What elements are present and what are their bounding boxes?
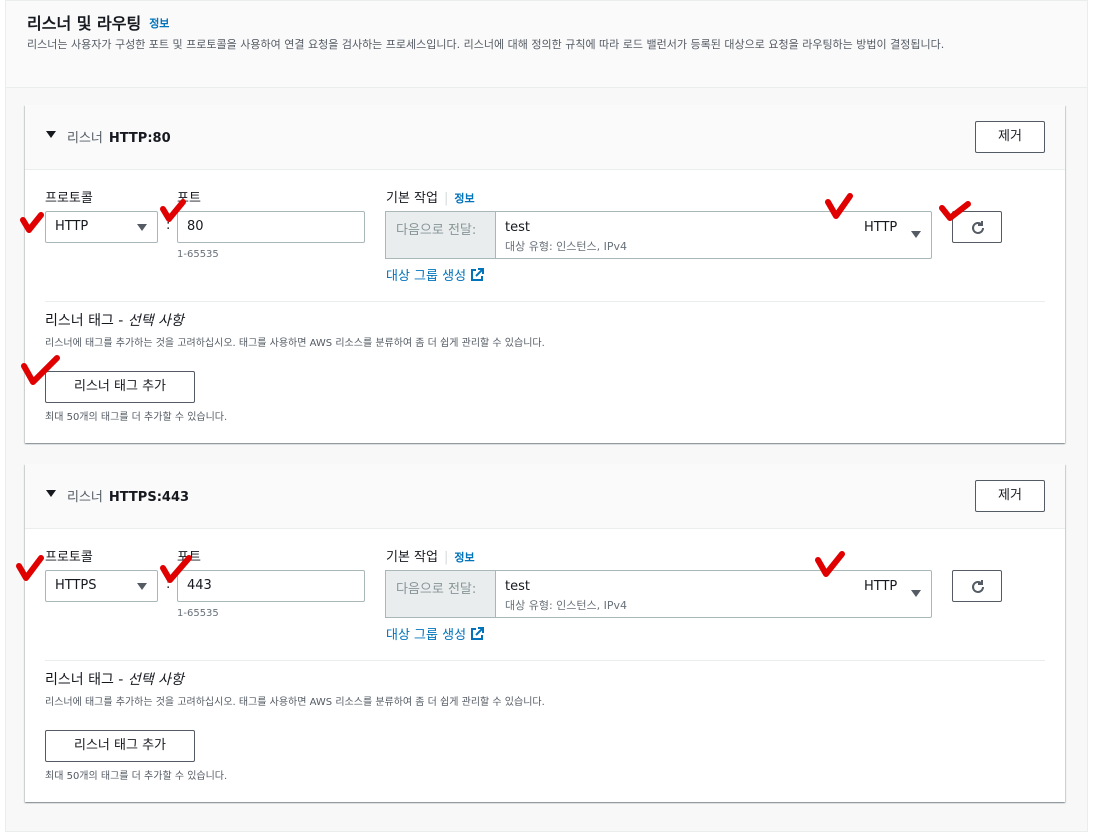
target-group-type: 대상 유형: 인스턴스, IPv4 <box>505 240 628 253</box>
section-header: 리스너 및 라우팅 정보 리스너는 사용자가 구성한 포트 및 프로토콜을 사용하… <box>6 1 1087 88</box>
listener-title: 리스너 HTTPS:443 <box>67 490 190 505</box>
refresh-button[interactable] <box>952 570 1002 602</box>
protocol-value: HTTP <box>55 219 89 234</box>
section-description: 리스너는 사용자가 구성한 포트 및 프로토콜을 사용하여 연결 요청을 검사하… <box>27 38 945 51</box>
target-group-select[interactable]: test 대상 유형: 인스턴스, IPv4 HTTP <box>495 570 932 618</box>
caret-down-icon[interactable] <box>46 131 56 138</box>
create-target-group-link[interactable]: 대상 그룹 생성 <box>386 265 485 284</box>
remove-listener-button[interactable]: 제거 <box>975 480 1045 512</box>
external-link-icon <box>471 627 485 640</box>
refresh-icon <box>972 221 984 234</box>
target-group-protocol: HTTP <box>864 220 898 235</box>
section-title: 리스너 및 라우팅 정보 <box>27 14 170 33</box>
remove-listener-button[interactable]: 제거 <box>975 121 1045 153</box>
colon-separator: : <box>166 218 171 233</box>
add-listener-tag-button[interactable]: 리스너 태그 추가 <box>45 730 195 762</box>
forward-to-label: 다음으로 전달: <box>385 570 496 618</box>
dropdown-arrow-icon <box>911 590 921 597</box>
target-group-name: test <box>505 220 530 235</box>
protocol-label: 프로토콜 <box>45 550 93 565</box>
protocol-select[interactable]: HTTP <box>45 211 158 243</box>
default-action-label: 기본 작업 | 정보 <box>386 550 475 565</box>
target-group-type: 대상 유형: 인스턴스, IPv4 <box>505 599 628 612</box>
port-input[interactable]: 80 <box>177 211 365 243</box>
port-label: 포트 <box>177 550 201 565</box>
dropdown-arrow-icon <box>137 583 147 590</box>
port-value: 80 <box>187 219 204 234</box>
listener-card-http: 리스너 HTTP:80 제거 프로토콜 HTTP : 포트 80 1-65535 … <box>25 105 1065 443</box>
port-hint: 1-65535 <box>177 249 219 260</box>
port-label: 포트 <box>177 191 201 206</box>
protocol-label: 프로토콜 <box>45 191 93 206</box>
target-group-name: test <box>505 579 530 594</box>
colon-separator: : <box>166 577 171 592</box>
listener-header[interactable]: 리스너 HTTP:80 제거 <box>25 105 1065 170</box>
dropdown-arrow-icon <box>911 231 921 238</box>
port-input[interactable]: 443 <box>177 570 365 602</box>
refresh-icon <box>972 580 984 593</box>
dropdown-arrow-icon <box>137 224 147 231</box>
default-action-label: 기본 작업 | 정보 <box>386 191 475 206</box>
listener-title: 리스너 HTTP:80 <box>67 131 171 146</box>
target-group-select[interactable]: test 대상 유형: 인스턴스, IPv4 HTTP <box>495 211 932 259</box>
listener-tags-description: 리스너에 태그를 추가하는 것을 고려하십시오. 태그를 사용하면 AWS 리소… <box>45 338 545 349</box>
caret-down-icon[interactable] <box>46 490 56 497</box>
protocol-value: HTTPS <box>55 578 97 593</box>
info-link[interactable]: 정보 <box>149 17 169 30</box>
add-listener-tag-button[interactable]: 리스너 태그 추가 <box>45 371 195 403</box>
divider <box>45 660 1045 661</box>
info-link[interactable]: 정보 <box>454 192 474 205</box>
port-value: 443 <box>187 578 212 593</box>
listener-card-https: 리스너 HTTPS:443 제거 프로토콜 HTTPS : 포트 443 1-65… <box>25 464 1065 802</box>
protocol-select[interactable]: HTTPS <box>45 570 158 602</box>
port-hint: 1-65535 <box>177 608 219 619</box>
tag-limit-hint: 최대 50개의 태그를 더 추가할 수 있습니다. <box>45 771 228 782</box>
info-link[interactable]: 정보 <box>454 551 474 564</box>
listener-tags-title: 리스너 태그 - 선택 사항 <box>45 313 184 329</box>
tag-limit-hint: 최대 50개의 태그를 더 추가할 수 있습니다. <box>45 412 228 423</box>
create-target-group-link[interactable]: 대상 그룹 생성 <box>386 624 485 643</box>
target-group-protocol: HTTP <box>864 579 898 594</box>
listener-tags-title: 리스너 태그 - 선택 사항 <box>45 672 184 688</box>
refresh-button[interactable] <box>952 211 1002 243</box>
listener-header[interactable]: 리스너 HTTPS:443 제거 <box>25 464 1065 529</box>
external-link-icon <box>471 268 485 281</box>
divider <box>45 301 1045 302</box>
listener-tags-description: 리스너에 태그를 추가하는 것을 고려하십시오. 태그를 사용하면 AWS 리소… <box>45 697 545 708</box>
forward-to-label: 다음으로 전달: <box>385 211 496 259</box>
